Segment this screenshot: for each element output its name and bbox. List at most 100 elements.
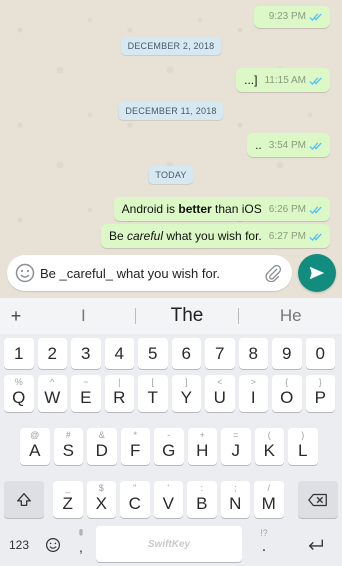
letter-key-b[interactable]: :B [187,481,217,518]
send-button[interactable] [298,254,336,292]
key-label: R [113,388,126,407]
key-label: 3 [81,343,91,363]
letter-key-y[interactable]: ] Y [171,375,201,412]
letter-key-e[interactable]: ~ E [71,375,101,412]
message-input[interactable]: Be _careful_ what you wish for. [40,266,258,281]
key-label: 8 [248,343,258,363]
shift-key[interactable] [4,481,44,518]
period-label: . [261,538,267,555]
paperclip-icon[interactable] [258,255,288,291]
key-hint: ; [233,483,237,493]
key-hint: / [267,483,270,493]
numbers-mode-key[interactable]: 123 [4,530,34,560]
emoji-icon[interactable] [10,255,40,291]
key-label: S [62,441,74,460]
number-key-0[interactable]: 0 [305,338,335,369]
letter-key-s[interactable]: # S [53,428,83,465]
suggestion-left[interactable]: I [32,306,135,326]
letter-key-g[interactable]: -G [154,428,184,465]
letter-key-t[interactable]: [T [138,375,168,412]
key-label: 9 [282,343,292,363]
letter-key-q[interactable]: % Q [4,375,34,412]
key-label: F [130,441,141,460]
key-label: H [196,441,209,460]
key-hint: _ [65,483,71,493]
key-label: T [147,388,158,407]
backspace-icon [308,493,327,506]
letter-key-l[interactable]: ) L [288,428,318,465]
letter-key-h[interactable]: + H [187,428,217,465]
letter-key-f[interactable]: * F [120,428,150,465]
letter-key-p[interactable]: } P [305,375,335,412]
number-key-1[interactable]: 1 [4,338,34,369]
comma-key[interactable]: , [70,524,92,560]
number-key-6[interactable]: 6 [171,338,201,369]
key-hint: ] [184,377,188,387]
period-hint: !? [260,528,268,538]
toolbar-expand-button[interactable]: + [0,306,32,327]
message-time: 6:26 PM [268,204,306,215]
backspace-key[interactable] [298,481,338,518]
key-label: K [263,441,275,460]
letter-key-v[interactable]: ' V [153,481,183,518]
suggestion-bar: + I The He [0,298,342,334]
letter-key-n[interactable]: ; N [220,481,250,518]
message-bubble[interactable]: .. 3:54 PM [247,133,330,157]
letter-key-m[interactable]: / M [254,481,284,518]
key-label: V [162,494,174,513]
letter-key-o[interactable]: {O [272,375,302,412]
key-hint: % [14,377,23,387]
date-chip: DECEMBER 2, 2018 [120,37,222,55]
letter-key-i[interactable]: > I [238,375,268,412]
message-time: 11:15 AM [264,75,306,86]
letter-key-d[interactable]: & D [87,428,117,465]
space-key[interactable]: SwiftKey [96,526,242,562]
date-chip: TODAY [148,166,194,184]
letter-key-k[interactable]: (K [254,428,284,465]
key-hint: & [98,430,105,440]
letter-key-u[interactable]: < U [205,375,235,412]
number-key-3[interactable]: 3 [71,338,101,369]
message-meta: 6:27 PM [269,230,323,244]
double-check-icon [309,233,322,242]
key-label: 0 [315,343,325,363]
message-text-bold: better [178,202,212,216]
key-label: A [29,441,41,460]
key-label: P [314,388,326,407]
message-time: 6:27 PM [268,231,306,242]
letter-key-a[interactable]: @ A [20,428,50,465]
key-label: O [280,388,294,407]
letter-key-j[interactable]: = J [221,428,251,465]
enter-key[interactable] [298,530,334,560]
suggestion-right[interactable]: He [239,306,342,326]
letter-key-c[interactable]: " C [120,481,150,518]
number-key-8[interactable]: 8 [238,338,268,369]
key-hint: ^ [50,377,55,387]
number-key-5[interactable]: 5 [138,338,168,369]
number-key-9[interactable]: 9 [272,338,302,369]
number-key-7[interactable]: 7 [205,338,235,369]
number-key-4[interactable]: 4 [104,338,134,369]
comma-label: , [79,539,83,555]
suggestion-center[interactable]: The [136,305,239,327]
message-bubble[interactable]: Android is better than iOS 6:26 PM [113,197,330,221]
message-bubble[interactable]: Be careful what you wish for. 6:27 PM [100,224,330,248]
period-key[interactable]: !? . [250,524,278,560]
message-meta: 9:23 PM [269,10,323,24]
key-label: L [298,441,308,460]
letter-key-z[interactable]: _ Z [53,481,83,518]
message-composer: Be _careful_ what you wish for. [7,255,292,291]
emoji-key[interactable] [38,530,68,560]
message-text: Be careful what you wish for. [109,228,262,244]
key-hint: < [217,377,223,387]
letter-key-w[interactable]: ^ W [37,375,67,412]
number-key-2[interactable]: 2 [37,338,67,369]
key-label: Q [12,388,26,407]
letter-key-r[interactable]: | R [104,375,134,412]
message-text: ...] [244,73,258,87]
key-hint: + [199,430,205,440]
letter-key-x[interactable]: $ X [86,481,116,518]
message-bubble[interactable]: ...] 11:15 AM [236,68,330,92]
message-bubble[interactable]: 9:23 PM [253,6,330,28]
key-hint: ~ [83,377,89,387]
